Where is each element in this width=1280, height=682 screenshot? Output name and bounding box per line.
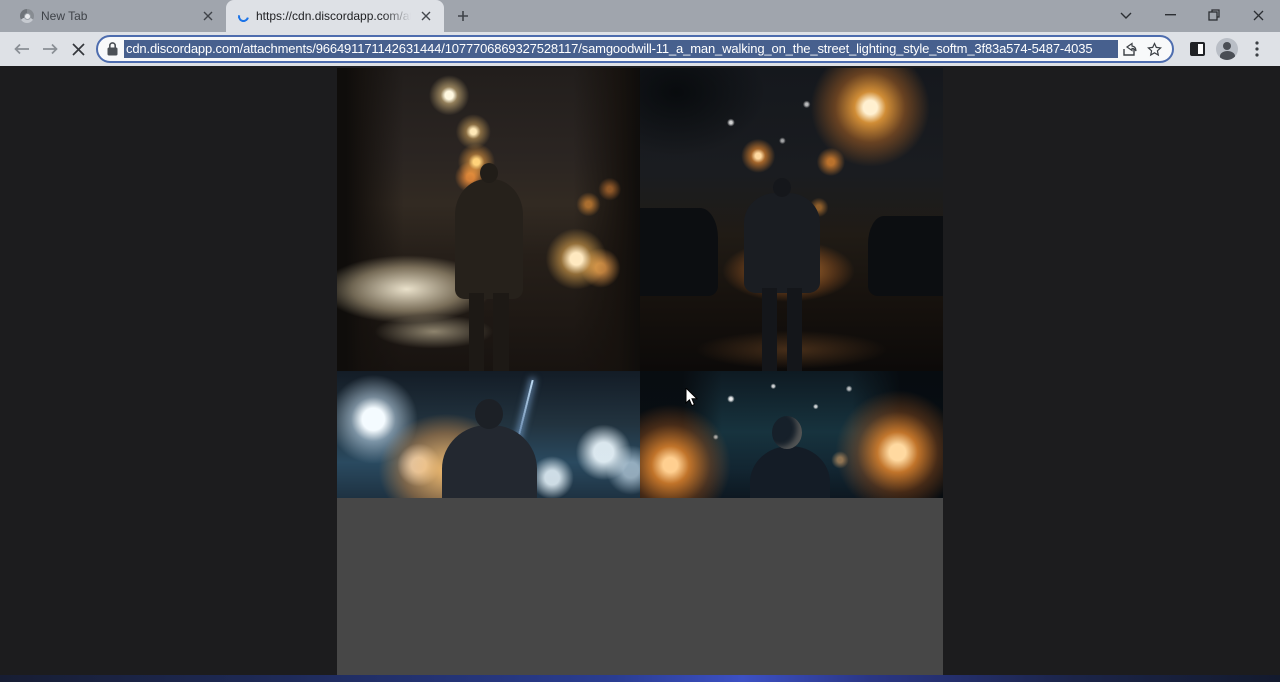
new-tab-button[interactable] — [450, 3, 476, 29]
browser-toolbar: cdn.discordapp.com/attachments/966491171… — [0, 32, 1280, 66]
url-text: cdn.discordapp.com/attachments/966491171… — [124, 40, 1118, 58]
bookmark-star-icon[interactable] — [1142, 37, 1166, 61]
tab-title: https://cdn.discordapp.com/atta — [256, 9, 411, 23]
man-silhouette — [442, 399, 537, 498]
side-panel-icon[interactable] — [1182, 35, 1212, 63]
window-controls — [1104, 0, 1280, 30]
tab-close-icon[interactable] — [200, 8, 216, 24]
browser-menu-icon[interactable] — [1242, 35, 1272, 63]
browser-window: New Tab https://cdn.discordapp.com/atta — [0, 0, 1280, 682]
image-quadrant-rainy-street — [337, 68, 640, 371]
back-button[interactable] — [8, 35, 36, 63]
close-window-button[interactable] — [1236, 0, 1280, 30]
tab-close-icon[interactable] — [418, 8, 434, 24]
address-bar[interactable]: cdn.discordapp.com/attachments/966491171… — [96, 35, 1174, 63]
man-silhouette — [750, 416, 830, 498]
tab-strip: New Tab https://cdn.discordapp.com/atta — [0, 0, 1280, 32]
attachment-image[interactable] — [337, 68, 943, 675]
tab-title: New Tab — [41, 9, 193, 23]
lock-icon — [107, 42, 118, 56]
loading-spinner-icon — [236, 8, 251, 23]
stop-loading-button[interactable] — [64, 35, 92, 63]
parked-car — [868, 216, 943, 296]
share-icon[interactable] — [1118, 37, 1142, 61]
profile-avatar-icon[interactable] — [1212, 35, 1242, 63]
tab-discord-cdn[interactable]: https://cdn.discordapp.com/atta — [226, 0, 444, 32]
chrome-logo-icon — [20, 9, 34, 23]
man-silhouette — [453, 163, 525, 371]
parked-car — [640, 208, 718, 296]
mouse-cursor — [685, 388, 698, 407]
tab-search-icon[interactable] — [1104, 0, 1148, 30]
minimize-button[interactable] — [1148, 0, 1192, 30]
image-quadrant-lightning — [337, 371, 640, 498]
forward-button[interactable] — [36, 35, 64, 63]
man-silhouette — [740, 178, 824, 371]
bottom-loading-strip — [0, 675, 1280, 682]
restore-button[interactable] — [1192, 0, 1236, 30]
page-content — [0, 66, 1280, 682]
tab-new-tab[interactable]: New Tab — [8, 0, 226, 32]
image-quadrant-snowy-street — [640, 68, 943, 371]
